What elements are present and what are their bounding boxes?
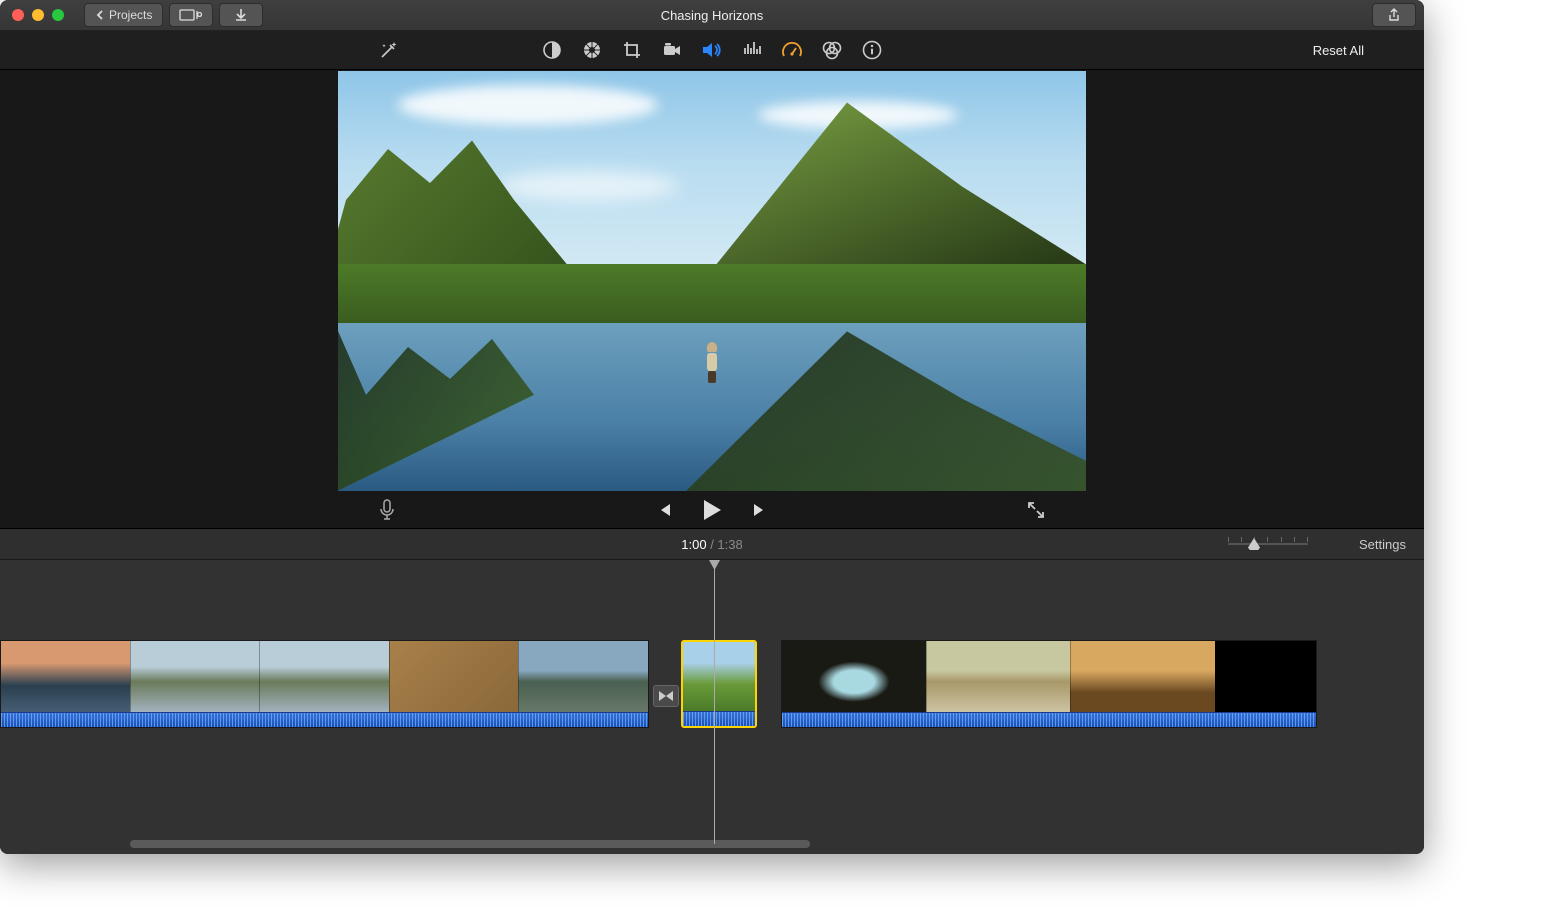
timeline-clip[interactable] (781, 640, 1317, 728)
volume-button[interactable] (701, 39, 723, 61)
window-controls (0, 9, 64, 21)
zoom-slider[interactable] (1228, 543, 1324, 545)
playback-controls (0, 492, 1424, 528)
play-icon (701, 498, 723, 522)
play-button[interactable] (701, 498, 723, 522)
record-voiceover-button[interactable] (378, 499, 396, 521)
media-library-icon (179, 8, 203, 22)
clip-info-button[interactable] (861, 39, 883, 61)
media-library-button[interactable] (169, 3, 213, 27)
transition-gap (649, 640, 681, 752)
skip-back-icon (655, 501, 673, 519)
titlebar-left-buttons: Projects (84, 3, 263, 27)
transition-button[interactable] (653, 685, 679, 707)
stabilization-button[interactable] (661, 39, 683, 61)
clip-thumbnail (1215, 641, 1316, 715)
chevron-left-icon (95, 10, 105, 20)
clip-audio-waveform[interactable] (782, 712, 1316, 727)
clip-thumbnail (1070, 641, 1215, 715)
time-separator: / (707, 537, 718, 552)
clip-thumbnail (389, 641, 519, 715)
crop-icon (622, 40, 642, 60)
volume-icon (701, 40, 723, 60)
time-total: 1:38 (717, 537, 742, 552)
clip-thumbnail (518, 641, 648, 715)
adjustments-tools (541, 39, 883, 61)
clip-audio-waveform[interactable] (1, 712, 648, 727)
download-arrow-icon (234, 8, 248, 22)
color-balance-button[interactable] (541, 39, 563, 61)
timeline[interactable] (0, 560, 1424, 854)
skip-forward-icon (751, 501, 769, 519)
clip-thumbnail (259, 641, 389, 715)
zoom-window-button[interactable] (52, 9, 64, 21)
playhead[interactable] (714, 560, 715, 844)
reset-all-button[interactable]: Reset All (1313, 43, 1364, 58)
speed-button[interactable] (781, 39, 803, 61)
titlebar: Projects Chasing Horizons (0, 0, 1424, 31)
enhance-wand-button[interactable] (378, 39, 400, 61)
video-track (0, 640, 1424, 752)
close-window-button[interactable] (12, 9, 24, 21)
adjustments-bar: Reset All (0, 31, 1424, 70)
video-camera-icon (662, 40, 682, 60)
back-projects-button[interactable]: Projects (84, 3, 163, 27)
color-correction-button[interactable] (581, 39, 603, 61)
clip-group-b (781, 640, 1317, 752)
import-button[interactable] (219, 3, 263, 27)
clip-thumbnail (926, 641, 1071, 715)
clip-thumbnail (130, 641, 260, 715)
viewer-canvas-wrap (0, 70, 1424, 492)
color-balance-icon (542, 40, 562, 60)
transition-icon (658, 690, 674, 702)
clip-thumbnail (1, 641, 130, 715)
fullscreen-button[interactable] (1026, 500, 1046, 520)
timeline-clip-selected[interactable] (681, 640, 757, 728)
timeline-settings-button[interactable]: Settings (1359, 537, 1406, 552)
clip-audio-waveform[interactable] (683, 711, 755, 726)
noise-reduction-button[interactable] (741, 39, 763, 61)
viewer-panel (0, 70, 1424, 528)
crop-button[interactable] (621, 39, 643, 61)
audio-eq-icon (742, 40, 762, 60)
magic-wand-icon (378, 39, 400, 61)
color-wheel-icon (582, 40, 602, 60)
minimize-window-button[interactable] (32, 9, 44, 21)
timeline-clip[interactable] (0, 640, 649, 728)
clip-group-a (0, 640, 649, 752)
time-display: 1:00 / 1:38 (681, 537, 742, 552)
next-button[interactable] (751, 501, 769, 519)
filter-circles-icon (821, 40, 843, 60)
share-icon (1387, 8, 1401, 22)
app-window: Projects Chasing Horizons (0, 0, 1424, 854)
share-button[interactable] (1372, 3, 1416, 27)
fullscreen-icon (1026, 500, 1046, 520)
gap (757, 640, 781, 752)
selected-clip-group (681, 640, 757, 752)
scrollbar-thumb[interactable] (130, 840, 810, 848)
horizontal-scrollbar[interactable] (0, 840, 1424, 850)
viewer-canvas[interactable] (338, 71, 1086, 491)
timeline-header: 1:00 / 1:38 Settings (0, 528, 1424, 560)
clip-filter-button[interactable] (821, 39, 843, 61)
prev-button[interactable] (655, 501, 673, 519)
time-current: 1:00 (681, 537, 706, 552)
clip-thumbnail (782, 641, 926, 715)
microphone-icon (378, 499, 396, 521)
speedometer-icon (781, 40, 803, 60)
info-icon (862, 40, 882, 60)
clip-thumbnail (683, 642, 755, 712)
back-label: Projects (109, 8, 152, 22)
